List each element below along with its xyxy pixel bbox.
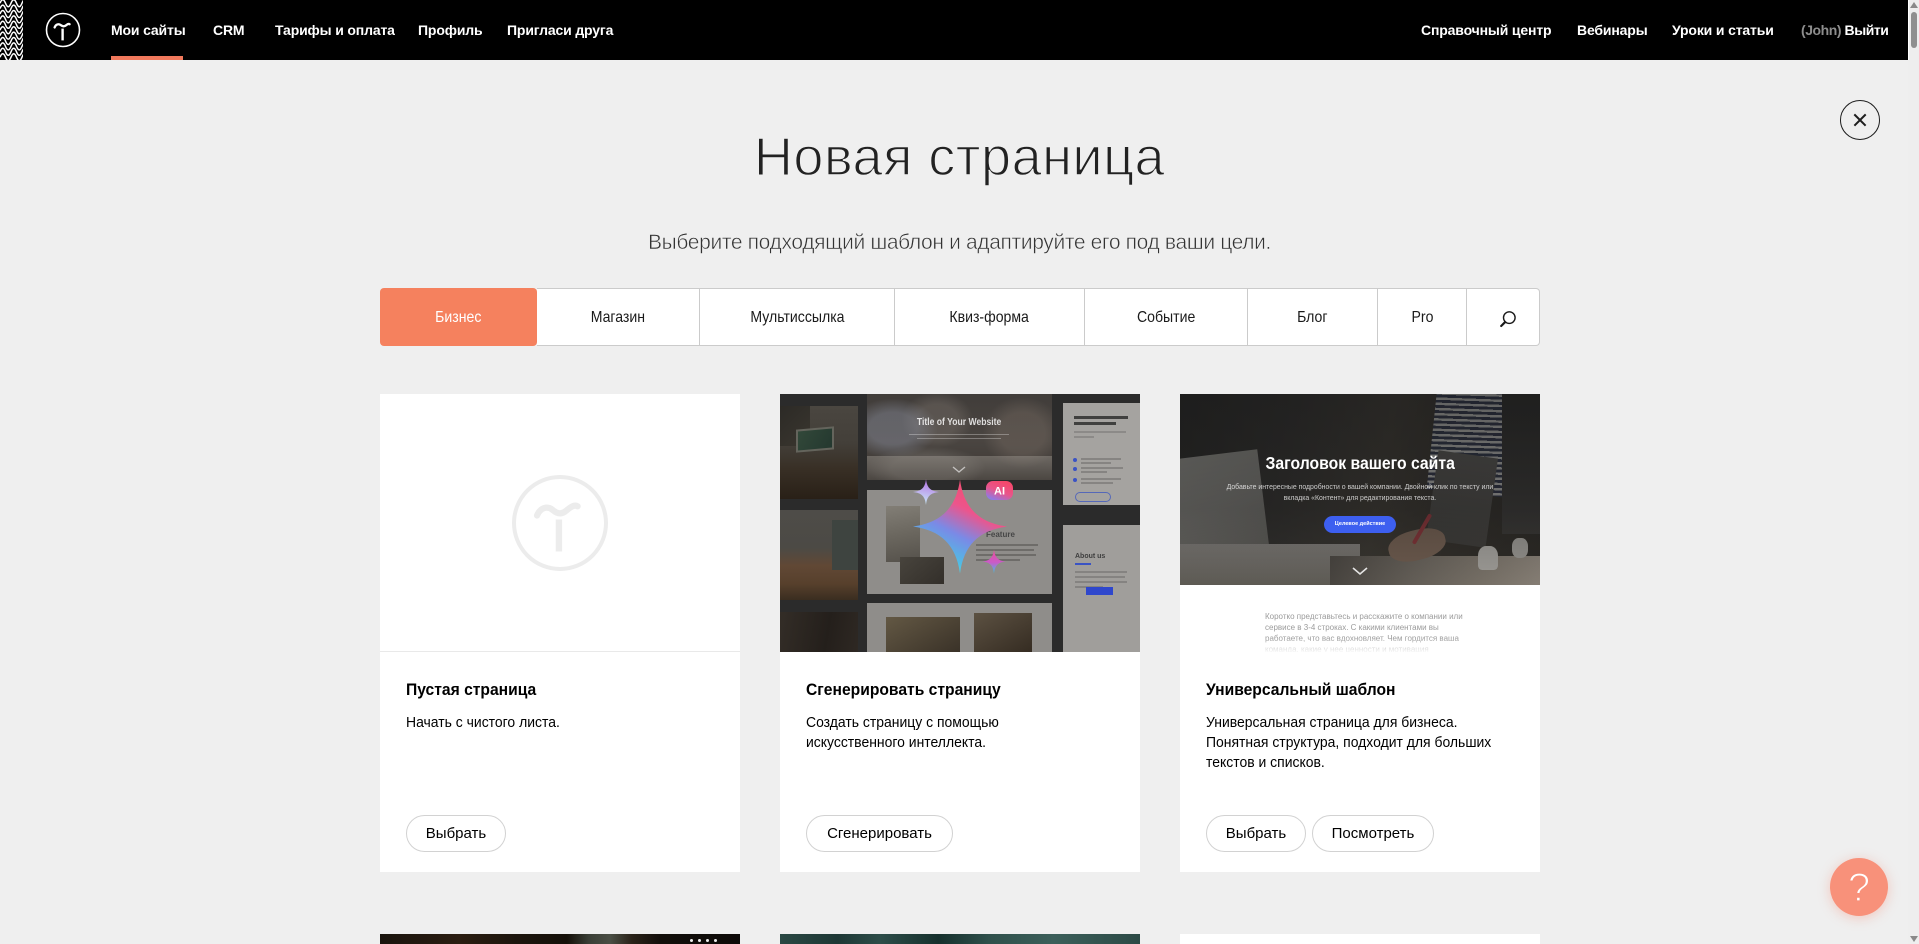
svg-text:AI: AI [994, 486, 1005, 498]
